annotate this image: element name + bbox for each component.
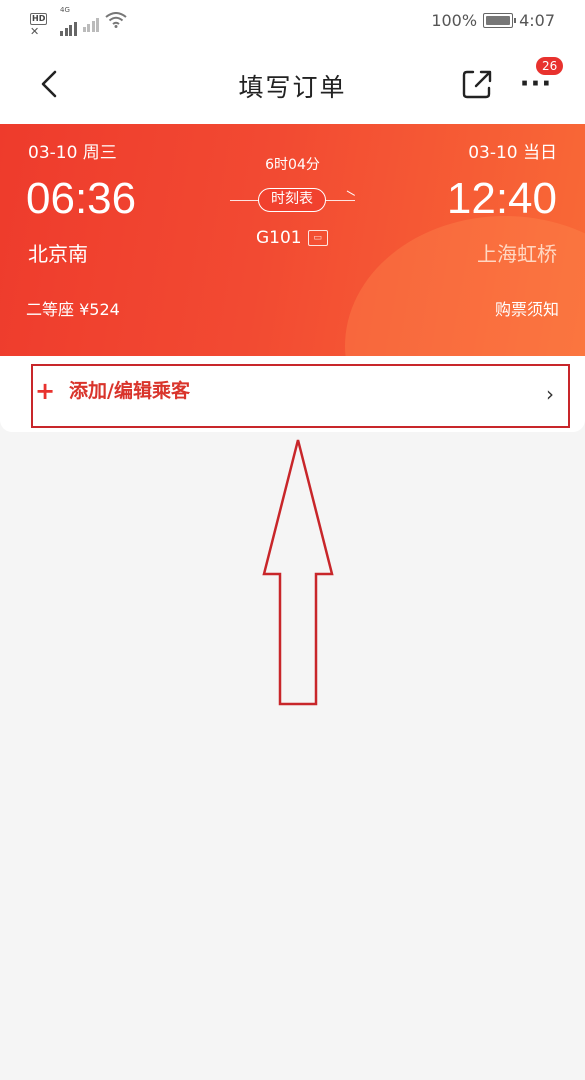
clock: 4:07	[519, 11, 555, 30]
battery-fill	[486, 16, 511, 25]
battery-percent: 100%	[431, 11, 478, 30]
chevron-right-icon: ›	[546, 382, 554, 406]
signal-icon	[60, 18, 77, 36]
arrival-station: 上海虹桥	[477, 242, 557, 266]
hd-indicator: HD ✕	[30, 6, 54, 39]
status-icons-left: HD ✕ 4G	[30, 6, 127, 39]
more-icon: ···	[519, 69, 553, 99]
seat-price: 二等座 ¥524	[26, 300, 120, 319]
departure-time: 06:36	[26, 174, 137, 223]
status-icons-right: 100% 4:07	[431, 11, 555, 30]
signal-4g: 4G	[60, 6, 77, 36]
no-call-icon: ✕	[30, 25, 40, 38]
wifi-icon	[105, 12, 127, 28]
ticket-summary: 03-10 周三 03-10 当日 6时04分 06:36 12:40 时刻表 …	[0, 124, 585, 356]
train-info: G101 ▭	[256, 228, 328, 248]
share-icon	[462, 70, 492, 99]
signal-secondary-icon	[82, 14, 99, 32]
hd-badge: HD	[30, 13, 48, 25]
trip-duration: 6时04分	[265, 157, 320, 173]
train-type-icon: ▭	[307, 230, 328, 246]
network-label: 4G	[60, 6, 70, 14]
add-passenger-label: 添加/编辑乘客	[69, 380, 190, 402]
battery-icon	[483, 13, 517, 28]
plus-icon: +	[35, 377, 56, 405]
share-button[interactable]	[459, 66, 495, 102]
annotation-arrow-icon	[262, 439, 334, 706]
status-bar: HD ✕ 4G 100% 4:07	[0, 0, 585, 44]
departure-station: 北京南	[28, 242, 88, 266]
timetable-button[interactable]: 时刻表	[258, 188, 326, 212]
notification-badge: 26	[536, 57, 564, 75]
purchase-notice-link[interactable]: 购票须知	[495, 296, 559, 320]
add-passenger-button[interactable]: + 添加/编辑乘客 ›	[31, 364, 570, 428]
arrival-time: 12:40	[446, 174, 557, 223]
nav-bar: 填写订单 ···	[0, 44, 585, 124]
page-title: 填写订单	[238, 73, 347, 102]
train-number: G101	[256, 228, 302, 248]
